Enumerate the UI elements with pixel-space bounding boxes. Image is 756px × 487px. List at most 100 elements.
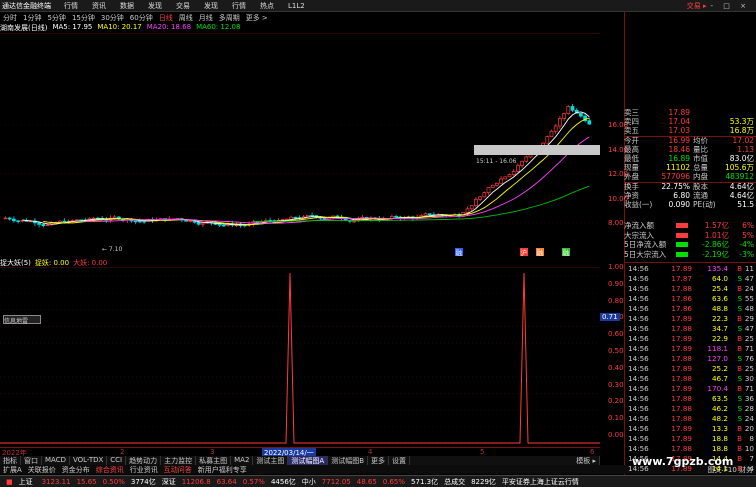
extension-tab-2[interactable]: 资金分布 [59,465,93,474]
chart-tag-label: 融 [456,248,463,257]
tick-side: B [737,263,742,273]
tick-price: 17.89 [671,424,692,434]
tick-price: 17.89 [671,263,692,273]
indicator-tab-12[interactable]: 更多 [368,456,390,465]
period-tab-6[interactable]: 日线 [156,13,176,23]
stock-name: 湖南发展(日线) [0,24,48,32]
indicator-name[interactable]: 捉大妖(5) [0,258,35,267]
candle-body [322,217,327,220]
candle-body [16,220,20,222]
period-tab-3[interactable]: 15分钟 [69,13,98,23]
candle-body [75,219,79,221]
indicator-tab-6[interactable]: 主力监控 [161,456,197,465]
extension-tab-0[interactable]: 扩展A [0,465,25,474]
tick-price: 17.89 [671,313,692,323]
candle-body [289,216,293,220]
indicator-tab-4[interactable]: CCI [107,456,127,465]
flow-label: 5日大宗流入 [624,249,667,259]
indicator-line [0,272,600,444]
candle-body [553,125,558,132]
tick-side: B [737,333,742,343]
candle-body [196,221,201,225]
zx-index-value: 7712.05 [321,477,351,486]
indicator-tab-1[interactable]: 窗口 [21,456,42,465]
extension-tab-1[interactable]: 关联报价 [25,465,59,474]
indicator-tab-5[interactable]: 趋势动力 [126,456,162,465]
tick-count: 20 [744,424,754,434]
indicator-tab-11[interactable]: 测试幅图B [328,456,369,465]
tick-volume: 64.0 [711,273,728,283]
tick-row: 14:56 17.86 63.6 S 55 [624,293,756,303]
candle-body [545,136,550,144]
flow-pct: 6% [742,221,754,231]
extension-tab-5[interactable]: 互动问答 [161,465,195,474]
total-turnover-label: 总成交 [444,477,466,486]
kline-chart[interactable]: 15:11 - 16.06 ← 7.10 融沪融融 [0,33,600,258]
menu-item-hot[interactable]: 热点 [253,1,281,11]
menu-item-discover-2[interactable]: 发现 [197,1,225,11]
indicator-tick: 0.10 [608,414,624,423]
period-tab-1[interactable]: 1分钟 [20,13,44,23]
indicator-tab-13[interactable]: 设置 [389,456,411,465]
menu-item-market[interactable]: 行情 [57,1,85,11]
extension-tab-6[interactable]: 新用户福利专享 [195,465,250,474]
period-tab-7[interactable]: 周线 [176,13,196,23]
sz-index-label[interactable]: 深证 [159,477,179,487]
sh-index-label[interactable]: ■ 上证 [0,477,39,487]
candle-body [499,178,503,184]
indicator-chart[interactable] [0,267,600,447]
indicator-tick: 0.60 [608,330,624,339]
tick-row: 14:56 17.89 25.2 B 25 [624,363,756,373]
tick-time: 14:56 [628,394,649,404]
hover-box [474,145,600,155]
indicator-tab-3[interactable]: VOL-TDX [70,456,108,465]
trade-button[interactable]: 交易 ▸ [687,1,711,11]
ma60-label: MA60: 12.08 [196,23,241,31]
menu-item-market-2[interactable]: 行情 [225,1,253,11]
candles [3,104,592,228]
period-tab-5[interactable]: 60分钟 [127,13,156,23]
menu-item-l1l2[interactable]: L1L2 [281,2,312,10]
tick-list[interactable]: 14:56 17.89 135.4 B 11 14:56 17.87 64.0 S 47 14:56… [624,262,756,475]
indicator-tab-7[interactable]: 私募主图 [196,456,232,465]
period-tab-9[interactable]: 多周期 [216,13,243,23]
indicator-tab-8[interactable]: MA2 [231,456,254,465]
tick-price: 17.89 [671,363,692,373]
period-tab-8[interactable]: 月线 [196,13,216,23]
period-tab-4[interactable]: 30分钟 [98,13,127,23]
menu-item-data[interactable]: 数据 [113,1,141,11]
ma-legend: 湖南发展(日线) MA5: 17.95 MA10: 20.17 MA20: 18… [0,23,245,33]
info-mine-button[interactable]: 信息地雷 [3,315,41,325]
indicator-tab-9[interactable]: 测试主图 [253,456,289,465]
candle-body [37,222,41,225]
tick-volume: 46.2 [711,404,728,414]
period-tab-2[interactable]: 5分钟 [44,13,68,23]
news-ticker[interactable]: 平安证券上海上证云行情 [499,477,582,487]
zx-index-amount: 571.3亿 [411,477,439,486]
template-button[interactable]: 模板 ▸ [573,456,600,465]
menu-item-discover[interactable]: 发现 [141,1,169,11]
indicator-tab-2[interactable]: MACD [42,456,70,465]
tick-row: 14:56 17.89 13.3 B 20 [624,424,756,434]
tick-row: 14:56 17.87 64.0 S 47 [624,273,756,283]
menu-item-news[interactable]: 资讯 [85,1,113,11]
zx-index-label[interactable]: 中小 [299,477,319,487]
extension-tab-4[interactable]: 行业资讯 [127,465,161,474]
window-controls[interactable]: - □ × [711,2,756,10]
status-bar: ■ 上证 3123.11 15.65 0.50% 3774亿 深证 11206.8… [0,475,756,487]
period-tab-0[interactable]: 分时 [0,13,20,23]
candle-body [486,187,491,194]
tick-count: 24 [744,414,754,424]
tick-time: 14:56 [628,363,649,373]
tick-count: 28 [744,404,754,414]
indicator-tab-0[interactable]: 指标 [0,456,21,465]
tick-volume: 63.6 [711,293,728,303]
indicator-tab-10[interactable]: 测试幅图A [288,456,329,465]
tick-time: 14:56 [628,313,649,323]
tick-price: 17.88 [671,323,692,333]
period-tab-10[interactable]: 更多 > [243,13,271,23]
extension-tab-3[interactable]: 综合资讯 [93,465,127,474]
tick-side: B [737,444,742,454]
candle-body [566,106,571,114]
menu-item-trade[interactable]: 交易 [169,1,197,11]
